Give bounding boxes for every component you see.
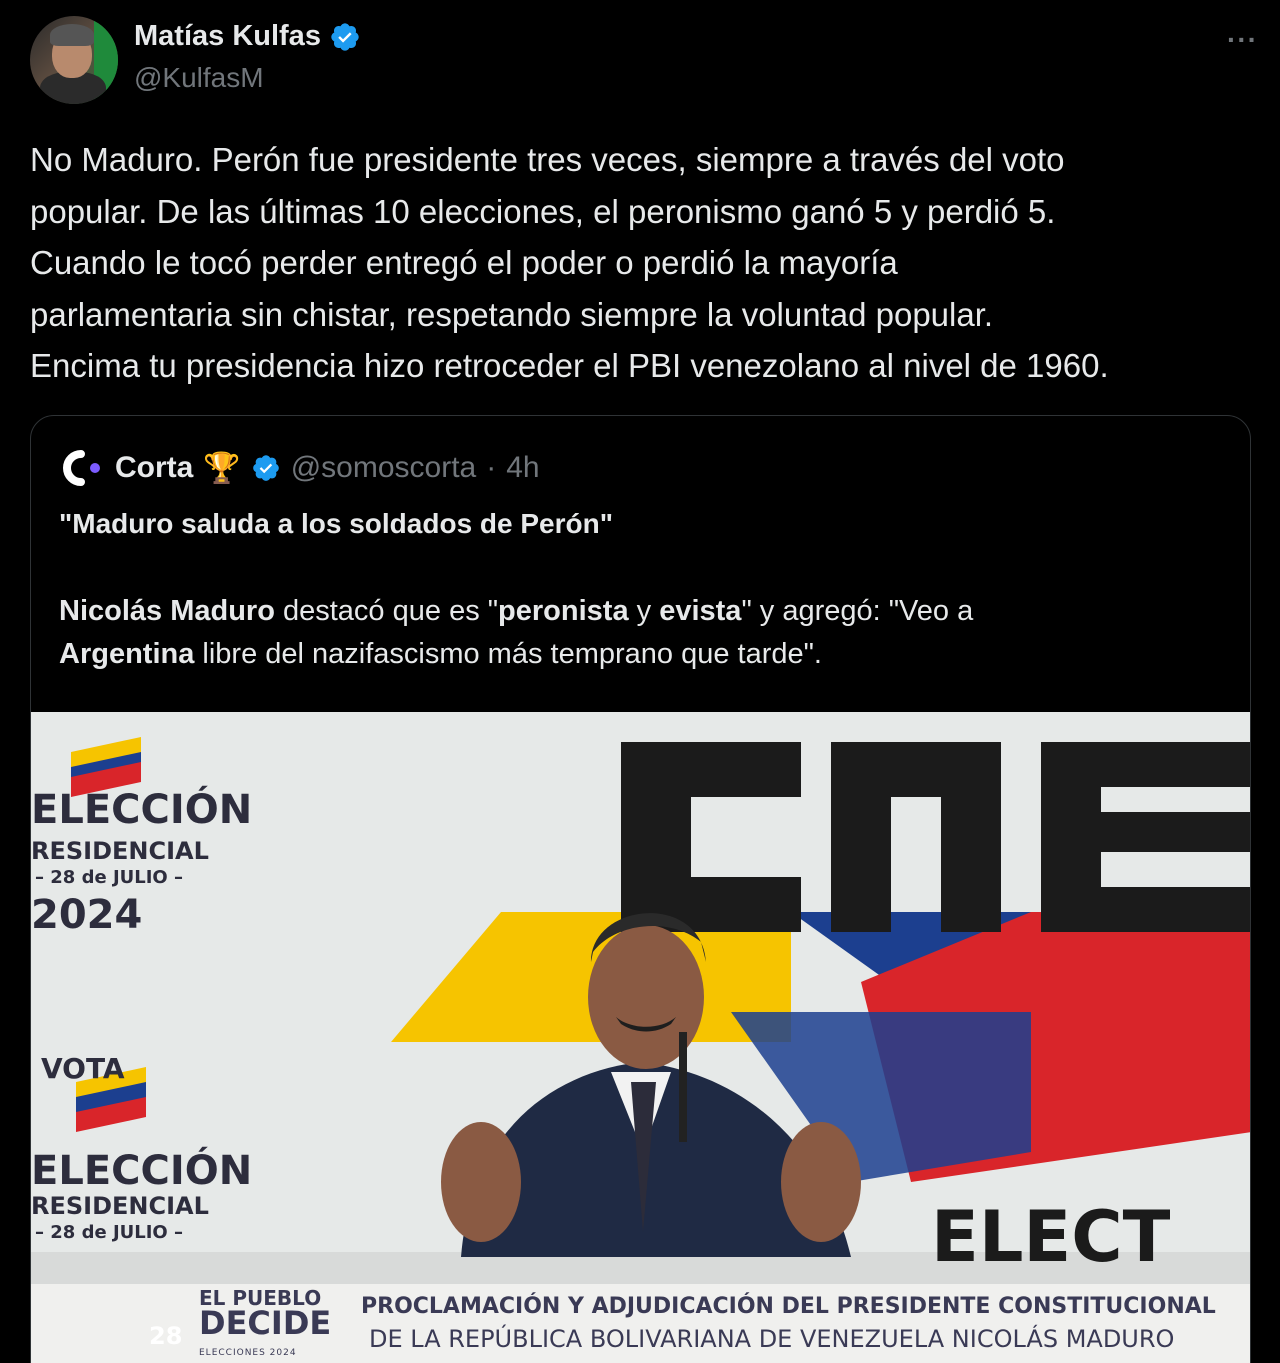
bold-text: evista bbox=[659, 595, 742, 627]
quoted-body-line: Nicolás Maduro destacó que es "peronista… bbox=[59, 590, 1219, 633]
sign-elect: ELECT bbox=[931, 1196, 1171, 1278]
sign-date-2: – 28 de JULIO – bbox=[35, 1222, 183, 1243]
tweet-line: No Maduro. Perón fue presidente tres vec… bbox=[30, 141, 1065, 178]
bold-text: Nicolás Maduro bbox=[59, 595, 275, 627]
bold-text: peronista bbox=[498, 595, 629, 627]
body-text: y bbox=[628, 595, 660, 627]
sign-eleccion-2: ELECCIÓN bbox=[31, 1148, 253, 1194]
body-text: " y agregó: "Veo a bbox=[741, 595, 974, 627]
author-name-row[interactable]: Matías Kulfas bbox=[134, 20, 361, 53]
sign-year: 2024 bbox=[31, 892, 143, 938]
pueblo-line3: ELECCIONES 2024 bbox=[199, 1348, 297, 1358]
quoted-tweet-body: Nicolás Maduro destacó que es "peronista… bbox=[59, 590, 1219, 676]
bold-text: Argentina bbox=[59, 638, 195, 670]
sign-residencial-2: RESIDENCIAL bbox=[31, 1192, 209, 1220]
separator-dot: · bbox=[486, 451, 497, 484]
body-text: destacó que es " bbox=[274, 595, 499, 627]
sign-date: – 28 de JULIO – bbox=[35, 867, 183, 888]
tweet-header: Matías Kulfas @KulfasM ··· bbox=[30, 14, 1260, 104]
quoted-tweet-title: "Maduro saluda a los soldados de Perón" bbox=[59, 508, 613, 539]
sign-residencial: RESIDENCIAL bbox=[31, 837, 209, 865]
sign-vota: VOTA bbox=[41, 1052, 125, 1085]
tweet-line: Encima tu presidencia hizo retroceder el… bbox=[30, 347, 1109, 384]
corta-logo-icon bbox=[63, 450, 100, 486]
more-options-icon[interactable]: ··· bbox=[1227, 24, 1258, 56]
banner-line1: PROCLAMACIÓN Y ADJUDICACIÓN DEL PRESIDEN… bbox=[361, 1294, 1216, 1319]
body-text: libre del nazifascismo más temprano que … bbox=[194, 638, 822, 670]
author-name[interactable]: Matías Kulfas bbox=[134, 20, 321, 53]
quoted-body-line: Argentina libre del nazifascismo más tem… bbox=[59, 633, 1219, 676]
tweet-line: Cuando le tocó perder entregó el poder o… bbox=[30, 244, 898, 281]
quoted-author-name[interactable]: Corta bbox=[115, 451, 193, 485]
verified-badge-icon bbox=[331, 22, 359, 51]
ballot-number: 28 bbox=[149, 1322, 183, 1350]
quoted-author-handle[interactable]: @somoscorta bbox=[291, 451, 477, 485]
avatar[interactable] bbox=[30, 16, 118, 104]
tweet-text: No Maduro. Perón fue presidente tres vec… bbox=[30, 134, 1260, 392]
quoted-tweet-header: Corta 🏆 @somoscorta · 4h bbox=[61, 448, 540, 488]
quoted-timestamp[interactable]: 4h bbox=[506, 451, 539, 485]
sign-eleccion: ELECCIÓN bbox=[31, 787, 253, 833]
pueblo-line2: DECIDE bbox=[199, 1304, 332, 1342]
verified-badge-icon bbox=[252, 455, 279, 481]
tweet-line: parlamentaria sin chistar, respetando si… bbox=[30, 295, 994, 333]
author-handle[interactable]: @KulfasM bbox=[134, 62, 264, 94]
banner-line2: DE LA REPÚBLICA BOLIVARIANA DE VENEZUELA… bbox=[369, 1325, 1175, 1353]
tweet-line: popular. De las últimas 10 elecciones, e… bbox=[30, 192, 1056, 230]
quoted-tweet-card[interactable]: Corta 🏆 @somoscorta · 4h "Maduro saluda … bbox=[30, 415, 1251, 1363]
video-media[interactable]: ELECCIÓN RESIDENCIAL – 28 de JULIO – 202… bbox=[31, 712, 1250, 1363]
trophy-icon: 🏆 bbox=[203, 451, 241, 485]
